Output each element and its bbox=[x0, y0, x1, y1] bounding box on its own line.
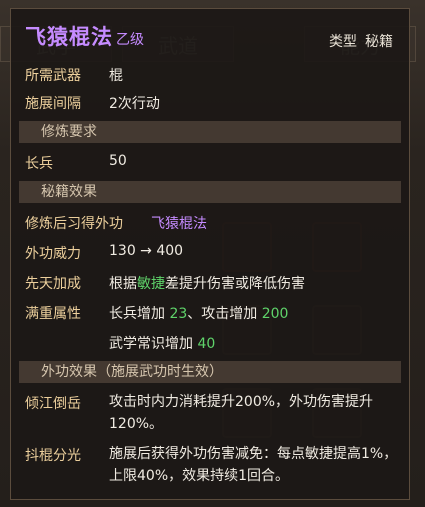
learn-label: 修炼后习得外功 bbox=[25, 216, 123, 232]
innate-row: 先天加成 根据敏捷差提升伤害或降低伤害 bbox=[25, 273, 305, 293]
item-title: 飞猿棍法 bbox=[25, 25, 113, 49]
section-requirements: 修炼要求 bbox=[19, 121, 401, 143]
requirement-label: 长兵 bbox=[25, 156, 53, 172]
stat-text: 武学常识增加 bbox=[109, 336, 198, 352]
external-effect-text: 施展后获得外功伤害减免：每点敏捷提高1%，上限40%，效果持续1回合。 bbox=[109, 446, 398, 484]
stat-text: 、攻击增加 bbox=[187, 306, 262, 322]
full-weight-line1: 长兵增加 23、攻击增加 200 bbox=[109, 303, 288, 323]
section-external: 外功效果（施展武功时生效） bbox=[19, 361, 401, 383]
stat-text: 长兵增加 bbox=[109, 306, 170, 322]
requirement-row: 长兵 50 bbox=[25, 153, 127, 173]
full-weight-line2: 武学常识增加 40 bbox=[109, 333, 215, 353]
field-label: 施展间隔 bbox=[25, 96, 81, 112]
external-effect-label: 倾江倒岳 bbox=[25, 396, 81, 412]
external-effect-label: 抖棍分光 bbox=[25, 448, 81, 464]
power-row: 外功威力 130 → 400 bbox=[25, 243, 183, 263]
field-label: 所需武器 bbox=[25, 68, 81, 84]
item-type: 类型 秘籍 bbox=[329, 31, 393, 51]
learn-row: 修炼后习得外功 飞猿棍法 bbox=[25, 213, 207, 233]
type-value: 秘籍 bbox=[365, 34, 393, 50]
learn-value: 飞猿棍法 bbox=[151, 216, 207, 232]
requirement-value: 50 bbox=[109, 153, 127, 169]
power-label: 外功威力 bbox=[25, 246, 81, 262]
field-value: 棍 bbox=[109, 68, 123, 84]
external-effect-2: 抖棍分光 bbox=[25, 445, 81, 465]
innate-value: 根据敏捷差提升伤害或降低伤害 bbox=[109, 273, 305, 293]
section-effects: 秘籍效果 bbox=[19, 181, 401, 203]
innate-suffix: 差提升伤害或降低伤害 bbox=[165, 276, 305, 292]
field-value: 2次行动 bbox=[109, 96, 160, 112]
stat-value: 23 bbox=[169, 306, 188, 322]
stat-value: 200 bbox=[261, 306, 289, 322]
item-tooltip: 飞猿棍法 乙级 类型 秘籍 所需武器 棍 施展间隔 2次行动 修炼要求 长兵 50… bbox=[10, 8, 410, 500]
full-weight-label: 满重属性 bbox=[25, 306, 81, 322]
tooltip-header: 飞猿棍法 乙级 bbox=[25, 21, 144, 51]
innate-prefix: 根据 bbox=[109, 276, 137, 292]
innate-label: 先天加成 bbox=[25, 276, 81, 292]
field-interval: 施展间隔 2次行动 bbox=[25, 93, 160, 113]
full-weight-row: 满重属性 长兵增加 23、攻击增加 200 bbox=[25, 303, 288, 323]
stat-value: 40 bbox=[197, 336, 216, 352]
power-value: 130 → 400 bbox=[109, 243, 184, 259]
item-grade: 乙级 bbox=[116, 32, 144, 48]
external-effect-1: 倾江倒岳 bbox=[25, 393, 81, 413]
field-weapon: 所需武器 棍 bbox=[25, 65, 123, 85]
type-label: 类型 bbox=[329, 34, 357, 50]
innate-stat: 敏捷 bbox=[137, 276, 165, 292]
external-effect-text: 攻击时内力消耗提升200%，外功伤害提升120%。 bbox=[109, 394, 374, 432]
